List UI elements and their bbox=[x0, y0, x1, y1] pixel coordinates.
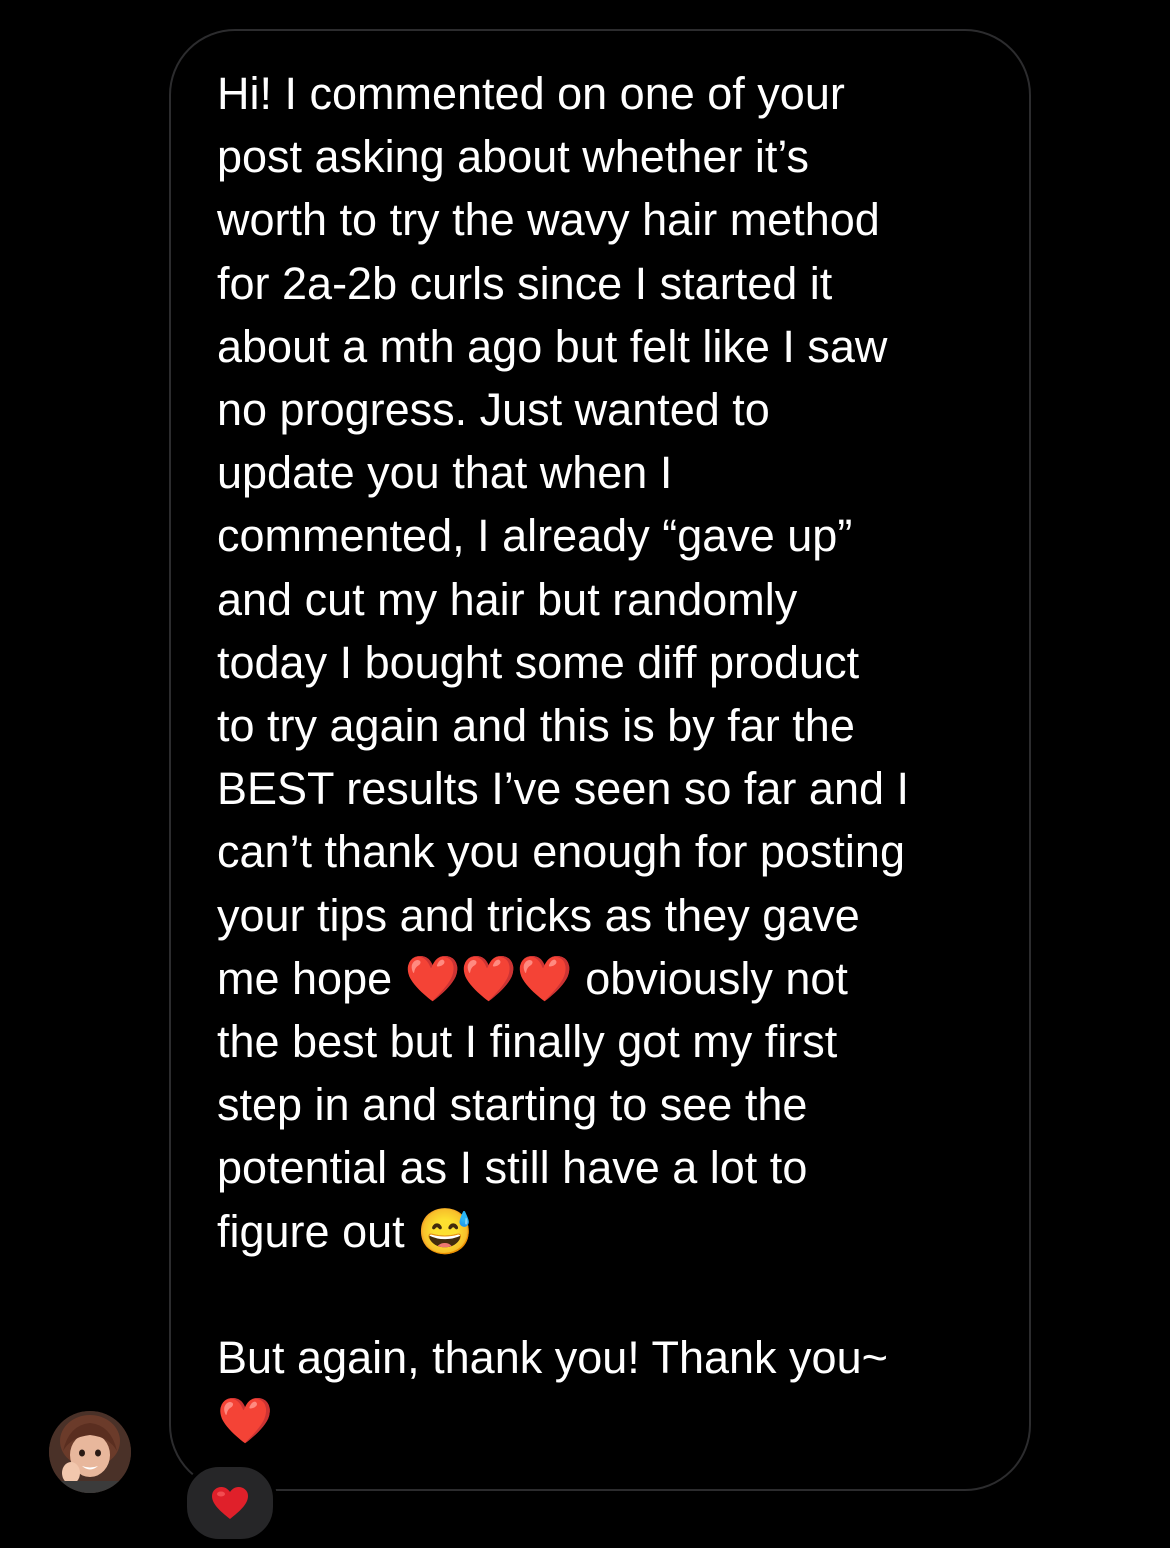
avatar-icon bbox=[49, 1411, 131, 1493]
reaction-badge[interactable] bbox=[183, 1463, 277, 1543]
sender-avatar[interactable] bbox=[49, 1411, 131, 1493]
dm-conversation-screen: Hi! I commented on one of your post aski… bbox=[0, 0, 1170, 1548]
message-text: Hi! I commented on one of your post aski… bbox=[217, 68, 910, 1447]
red-heart-icon bbox=[212, 1487, 248, 1519]
